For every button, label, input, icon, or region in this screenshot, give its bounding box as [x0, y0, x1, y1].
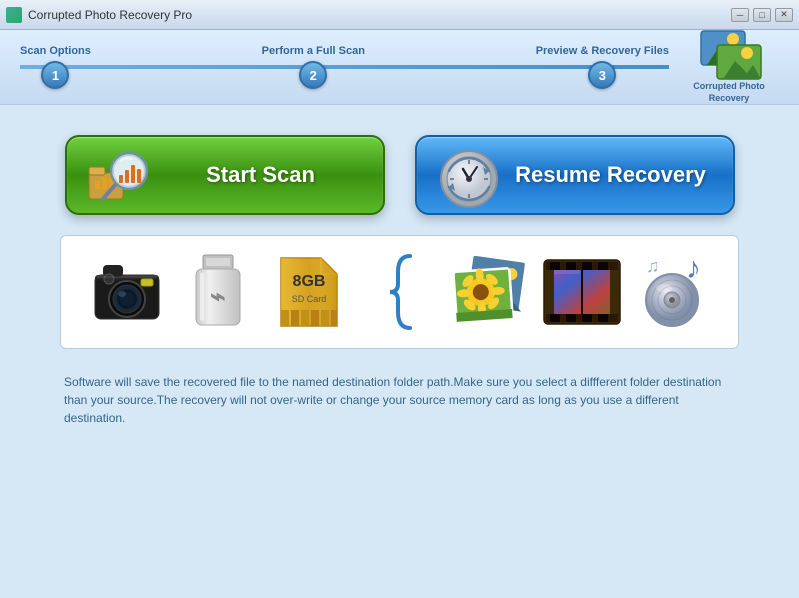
title-bar: Corrupted Photo Recovery Pro ─ □ ✕ [0, 0, 799, 30]
step-3-circle: 3 [588, 61, 616, 89]
window-title: Corrupted Photo Recovery Pro [28, 8, 731, 22]
step-bar: Scan Options 1 Perform a Full Scan 2 Pre… [0, 30, 799, 105]
step-1: Scan Options 1 [20, 45, 91, 89]
step-bar-inner: Scan Options 1 Perform a Full Scan 2 Pre… [20, 45, 669, 89]
svg-text:SD Card: SD Card [291, 294, 326, 304]
resume-recovery-button[interactable]: Resume Recovery [415, 135, 735, 215]
audio-icon: ♪ ♫ [633, 252, 713, 332]
logo-area: Corrupted PhotoRecovery [679, 29, 779, 104]
info-text: Software will save the recovered file to… [60, 373, 739, 427]
step-3: Preview & Recovery Files 3 [536, 45, 669, 89]
svg-text:8GB: 8GB [292, 273, 325, 290]
step-3-label: Preview & Recovery Files [536, 45, 669, 57]
minimize-button[interactable]: ─ [731, 8, 749, 22]
window-controls: ─ □ ✕ [731, 8, 793, 22]
icons-panel: ⌁ [60, 235, 739, 349]
resume-recovery-label: Resume Recovery [509, 162, 713, 188]
svg-text:♫: ♫ [646, 256, 660, 276]
app-icon [6, 7, 22, 23]
step-2: Perform a Full Scan 2 [262, 45, 365, 89]
buttons-row: Start Scan [60, 135, 739, 215]
film-strip-icon [542, 252, 622, 332]
resume-icon [437, 147, 493, 203]
step-1-number: 1 [52, 68, 59, 83]
start-scan-button[interactable]: Start Scan [65, 135, 385, 215]
maximize-button[interactable]: □ [753, 8, 771, 22]
photos-icon [451, 252, 531, 332]
usb-drive-icon: ⌁ [178, 252, 258, 332]
main-content: Start Scan [0, 105, 799, 447]
logo-icon [699, 29, 759, 79]
close-button[interactable]: ✕ [775, 8, 793, 22]
logo-text: Corrupted PhotoRecovery [693, 81, 765, 104]
start-scan-label: Start Scan [159, 162, 363, 188]
brace-separator [360, 252, 440, 332]
step-2-circle: 2 [299, 61, 327, 89]
step-1-label: Scan Options [20, 45, 91, 57]
scan-icon [87, 147, 143, 203]
svg-text:♪: ♪ [686, 256, 701, 285]
step-2-number: 2 [310, 68, 317, 83]
sd-card-icon: 8GB SD Card [269, 252, 349, 332]
step-2-label: Perform a Full Scan [262, 45, 365, 57]
steps-container: Scan Options 1 Perform a Full Scan 2 Pre… [20, 45, 669, 89]
step-1-circle: 1 [41, 61, 69, 89]
svg-text:⌁: ⌁ [210, 281, 226, 311]
camera-icon [87, 252, 167, 332]
step-3-number: 3 [599, 68, 606, 83]
